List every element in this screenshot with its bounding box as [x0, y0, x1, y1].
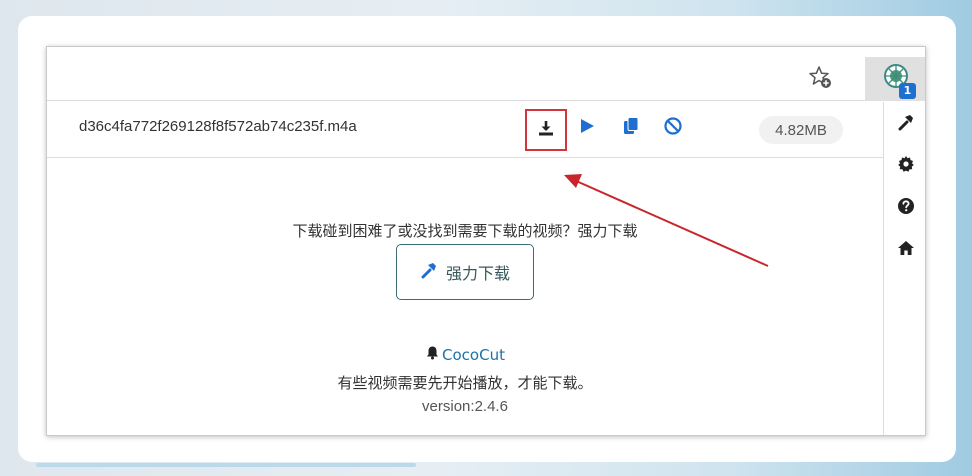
- file-size-badge: 4.82MB: [759, 116, 843, 144]
- sidebar-home[interactable]: [894, 238, 918, 262]
- hammer-icon: [897, 113, 915, 135]
- browser-toolbar: 1: [47, 47, 925, 101]
- playback-note: 有些视频需要先开始播放，才能下载。: [337, 374, 593, 392]
- gear-icon: [897, 155, 915, 177]
- block-button[interactable]: [659, 114, 687, 142]
- sidebar-settings[interactable]: [894, 154, 918, 178]
- extension-button[interactable]: 1: [865, 57, 925, 101]
- bell-icon: [425, 345, 440, 364]
- popup-sidebar: [883, 102, 925, 435]
- copy-icon: [622, 116, 640, 140]
- copy-button[interactable]: [617, 114, 645, 142]
- sidebar-force-download[interactable]: [894, 112, 918, 136]
- home-icon: [897, 239, 915, 261]
- brand-link[interactable]: CocoCut: [47, 345, 883, 364]
- force-download-button[interactable]: 强力下载: [396, 244, 534, 300]
- sidebar-help[interactable]: [894, 196, 918, 220]
- cococut-popup: d36c4fa772f269128f8f572ab74c235f.m4a 4.8…: [47, 102, 883, 435]
- play-icon: [578, 117, 596, 139]
- download-icon: [536, 118, 556, 142]
- download-list-item: d36c4fa772f269128f8f572ab74c235f.m4a 4.8…: [47, 102, 883, 158]
- version-text: version:2.4.6: [422, 398, 508, 415]
- decorative-bar: [36, 463, 416, 467]
- force-download-label: 强力下载: [445, 264, 510, 283]
- file-name: d36c4fa772f269128f8f572ab74c235f.m4a: [79, 118, 357, 135]
- brand-name: CocoCut: [442, 345, 505, 364]
- download-button[interactable]: [525, 109, 567, 151]
- browser-window: 1 d36c4fa772f269128f8f572ab74c235f.m4a 4…: [46, 46, 926, 436]
- block-icon: [663, 116, 683, 140]
- play-button[interactable]: [573, 114, 601, 142]
- force-download-hint: 下载碰到困难了或没找到需要下载的视频？强力下载: [292, 222, 638, 240]
- extension-badge: 1: [899, 83, 916, 99]
- question-icon: [897, 197, 915, 219]
- hammer-icon: [420, 261, 438, 283]
- star-add-icon[interactable]: [807, 64, 833, 90]
